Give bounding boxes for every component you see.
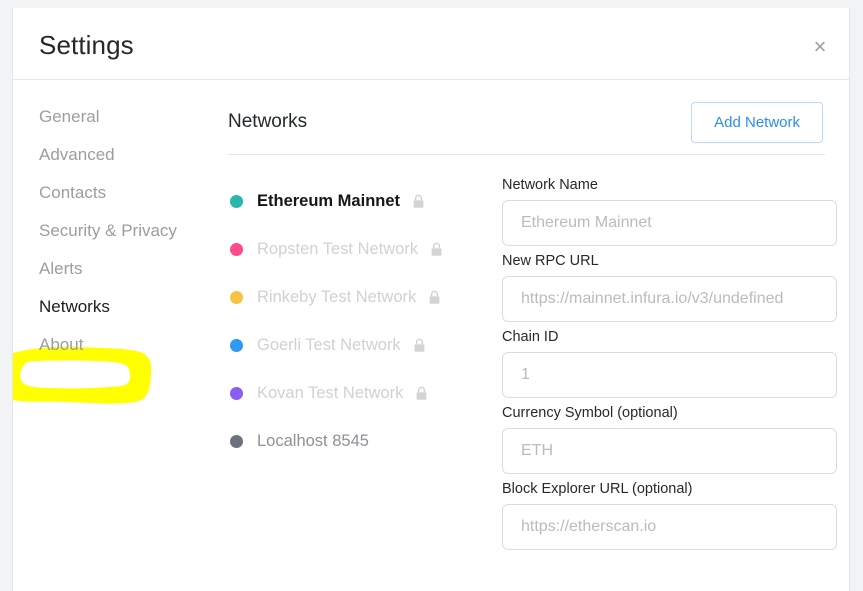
sidebar-item-label: Networks [39, 297, 110, 316]
sidebar-item-advanced[interactable]: Advanced [13, 136, 226, 174]
network-name-label: Goerli Test Network [257, 335, 401, 354]
lock-icon [428, 290, 441, 305]
network-name-label: Ropsten Test Network [257, 239, 419, 258]
network-name-label: Localhost 8545 [257, 431, 369, 450]
network-name-label: Ethereum Mainnet [257, 191, 401, 210]
lock-icon [415, 386, 428, 401]
field-network-name: Network Name [502, 177, 837, 246]
network-name-label: Kovan Test Network [257, 383, 404, 402]
network-name-input[interactable] [502, 200, 837, 246]
lock-icon [413, 338, 426, 353]
window-body: General Advanced Contacts Security & Pri… [13, 80, 849, 591]
network-color-dot [230, 434, 243, 448]
network-name-label: Rinkeby Test Network [257, 287, 417, 306]
network-color-dot [230, 194, 243, 208]
sidebar-item-general[interactable]: General [13, 98, 226, 136]
networks-heading: Networks [228, 111, 308, 132]
networks-panel-header: Networks Add Network [226, 98, 835, 146]
network-color-dot [230, 242, 243, 256]
lock-icon [430, 242, 443, 257]
network-list-item-ethereum-mainnet[interactable]: Ethereum Mainnet [230, 177, 502, 225]
new-rpc-url-input[interactable] [502, 276, 837, 322]
sidebar-item-about[interactable]: About [13, 326, 226, 364]
field-chain-id: Chain ID [502, 329, 837, 398]
field-label: Chain ID [502, 329, 559, 345]
sidebar-item-label: Advanced [39, 145, 115, 164]
sidebar-item-networks[interactable]: Networks [13, 288, 226, 326]
field-label: Block Explorer URL (optional) [502, 481, 693, 497]
close-icon[interactable]: × [807, 34, 833, 60]
settings-sidebar: General Advanced Contacts Security & Pri… [13, 80, 226, 591]
network-form: Network Name New RPC URL Chain ID Curren… [502, 177, 849, 556]
add-network-button[interactable]: Add Network [691, 101, 823, 143]
sidebar-item-alerts[interactable]: Alerts [13, 250, 226, 288]
chain-id-input[interactable] [502, 352, 837, 398]
networks-panel: Networks Add Network Ethereum Mainnet Ro… [226, 80, 849, 591]
sidebar-item-label: Contacts [39, 183, 107, 202]
sidebar-item-security-and-privacy[interactable]: Security & Privacy [13, 212, 226, 250]
sidebar-item-contacts[interactable]: Contacts [13, 174, 226, 212]
field-block-explorer-url: Block Explorer URL (optional) [502, 481, 837, 550]
field-currency-symbol: Currency Symbol (optional) [502, 405, 837, 474]
settings-window: Settings × General Advanced Contacts Sec… [12, 8, 850, 591]
network-list: Ethereum Mainnet Ropsten Test Network Ri… [226, 177, 502, 556]
networks-columns: Ethereum Mainnet Ropsten Test Network Ri… [226, 177, 849, 556]
field-label: Currency Symbol (optional) [502, 405, 678, 421]
page-title: Settings [39, 30, 134, 60]
network-list-item-goerli-test-network[interactable]: Goerli Test Network [230, 321, 502, 369]
network-color-dot [230, 290, 243, 304]
currency-symbol-input[interactable] [502, 428, 837, 474]
header-divider [228, 154, 825, 155]
window-header: Settings × [13, 8, 849, 80]
sidebar-item-label: Alerts [39, 259, 83, 278]
field-label: Network Name [502, 177, 598, 193]
network-list-item-localhost-8545[interactable]: Localhost 8545 [230, 417, 502, 465]
network-list-item-kovan-test-network[interactable]: Kovan Test Network [230, 369, 502, 417]
sidebar-item-label: General [39, 107, 100, 126]
network-list-item-rinkeby-test-network[interactable]: Rinkeby Test Network [230, 273, 502, 321]
network-color-dot [230, 338, 243, 352]
field-label: New RPC URL [502, 253, 599, 269]
sidebar-item-label: Security & Privacy [39, 221, 177, 240]
block-explorer-url-input[interactable] [502, 504, 837, 550]
field-new-rpc-url: New RPC URL [502, 253, 837, 322]
network-color-dot [230, 386, 243, 400]
sidebar-item-label: About [39, 335, 84, 354]
network-list-item-ropsten-test-network[interactable]: Ropsten Test Network [230, 225, 502, 273]
lock-icon [412, 194, 425, 209]
